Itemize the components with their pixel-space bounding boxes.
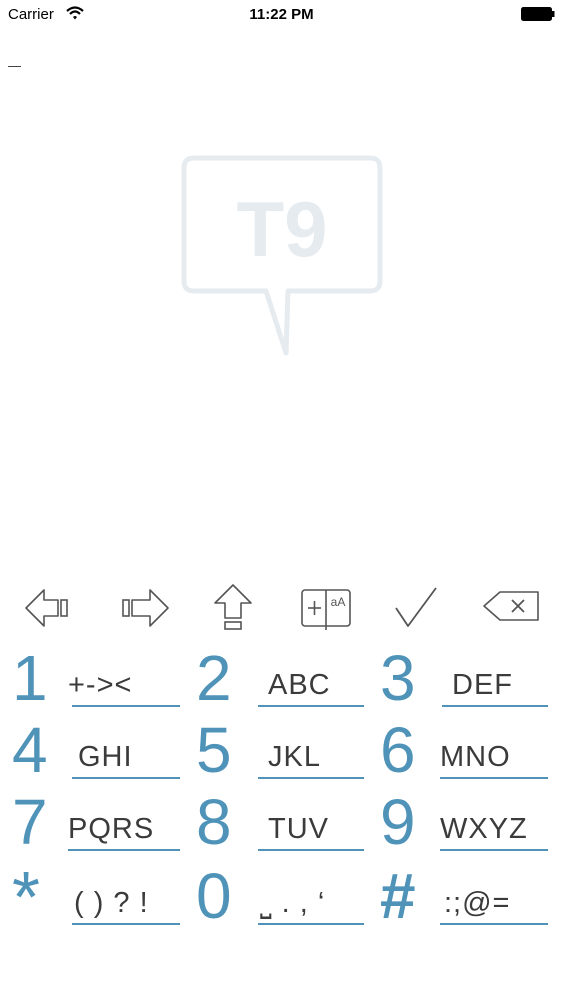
key-letters: ABC: [268, 669, 331, 701]
key-4[interactable]: 4 GHI: [12, 712, 180, 784]
t9-logo: T9: [181, 155, 383, 356]
text-cursor: [8, 66, 21, 67]
key-letters: MNO: [440, 741, 511, 773]
key-letters: +-><: [68, 669, 133, 701]
key-underline: [258, 923, 364, 925]
status-bar: Carrier 11:22 PM: [0, 0, 563, 30]
key-letters: ( ) ? !: [74, 887, 149, 919]
key-letters: WXYZ: [440, 813, 528, 845]
key-number: *: [12, 858, 41, 938]
key-hash[interactable]: # :;@=: [380, 858, 548, 930]
key-letters: DEF: [452, 669, 513, 701]
cursor-left-button[interactable]: [20, 582, 80, 634]
key-7[interactable]: 7 PQRS: [12, 784, 180, 856]
key-underline: [440, 923, 548, 925]
key-number: 9: [380, 786, 416, 858]
key-2[interactable]: 2 ABC: [196, 640, 364, 712]
key-letters: :;@=: [444, 887, 511, 919]
key-3[interactable]: 3 DEF: [380, 640, 548, 712]
key-number: 5: [196, 714, 232, 786]
key-number: 0: [196, 860, 232, 932]
key-number: 3: [380, 642, 416, 714]
backspace-icon: [483, 591, 539, 621]
add-word-button[interactable]: aA: [296, 582, 356, 634]
key-6[interactable]: 6 MNO: [380, 712, 548, 784]
key-underline: [258, 777, 364, 779]
key-0[interactable]: 0 ⎵ . , ‘: [196, 858, 364, 930]
key-underline: [258, 849, 364, 851]
key-underline: [72, 777, 180, 779]
key-letters: JKL: [268, 741, 321, 773]
key-letters: TUV: [268, 813, 329, 845]
key-number: 1: [12, 642, 48, 714]
key-underline: [72, 705, 180, 707]
accept-button[interactable]: [386, 582, 446, 634]
checkmark-icon: [395, 587, 437, 627]
key-number: 8: [196, 786, 232, 858]
key-underline: [440, 849, 548, 851]
shift-icon: [214, 584, 252, 630]
add-word-letters: aA: [331, 595, 346, 609]
key-number: #: [380, 860, 416, 932]
clock: 11:22 PM: [249, 6, 314, 23]
key-underline: [68, 849, 180, 851]
backspace-button[interactable]: [480, 582, 540, 634]
key-1[interactable]: 1 +-><: [12, 640, 180, 712]
key-letters: GHI: [78, 741, 133, 773]
key-number: 6: [380, 714, 416, 786]
arrow-right-icon: [122, 589, 169, 627]
key-underline: [258, 705, 364, 707]
cursor-right-button[interactable]: [114, 582, 174, 634]
key-number: 4: [12, 714, 48, 786]
key-8[interactable]: 8 TUV: [196, 784, 364, 856]
shift-button[interactable]: [203, 582, 263, 634]
key-letters: PQRS: [68, 813, 155, 845]
t9-keypad: 1 +->< 2 ABC 3 DEF 4 GHI 5 JKL 6 MNO 7 P…: [0, 640, 563, 934]
key-letters: ⎵ . , ‘: [260, 887, 326, 919]
key-underline: [72, 923, 180, 925]
key-number: 7: [12, 786, 48, 858]
logo-text: T9: [236, 185, 327, 273]
edit-toolbar: aA: [0, 582, 563, 634]
key-number: 2: [196, 642, 232, 714]
key-underline: [442, 705, 548, 707]
battery-icon: [521, 7, 555, 21]
key-star[interactable]: * ( ) ? !: [12, 858, 180, 934]
key-5[interactable]: 5 JKL: [196, 712, 364, 784]
arrow-left-icon: [25, 589, 68, 627]
key-9[interactable]: 9 WXYZ: [380, 784, 548, 856]
key-underline: [440, 777, 548, 779]
add-word-icon: aA: [301, 589, 351, 630]
